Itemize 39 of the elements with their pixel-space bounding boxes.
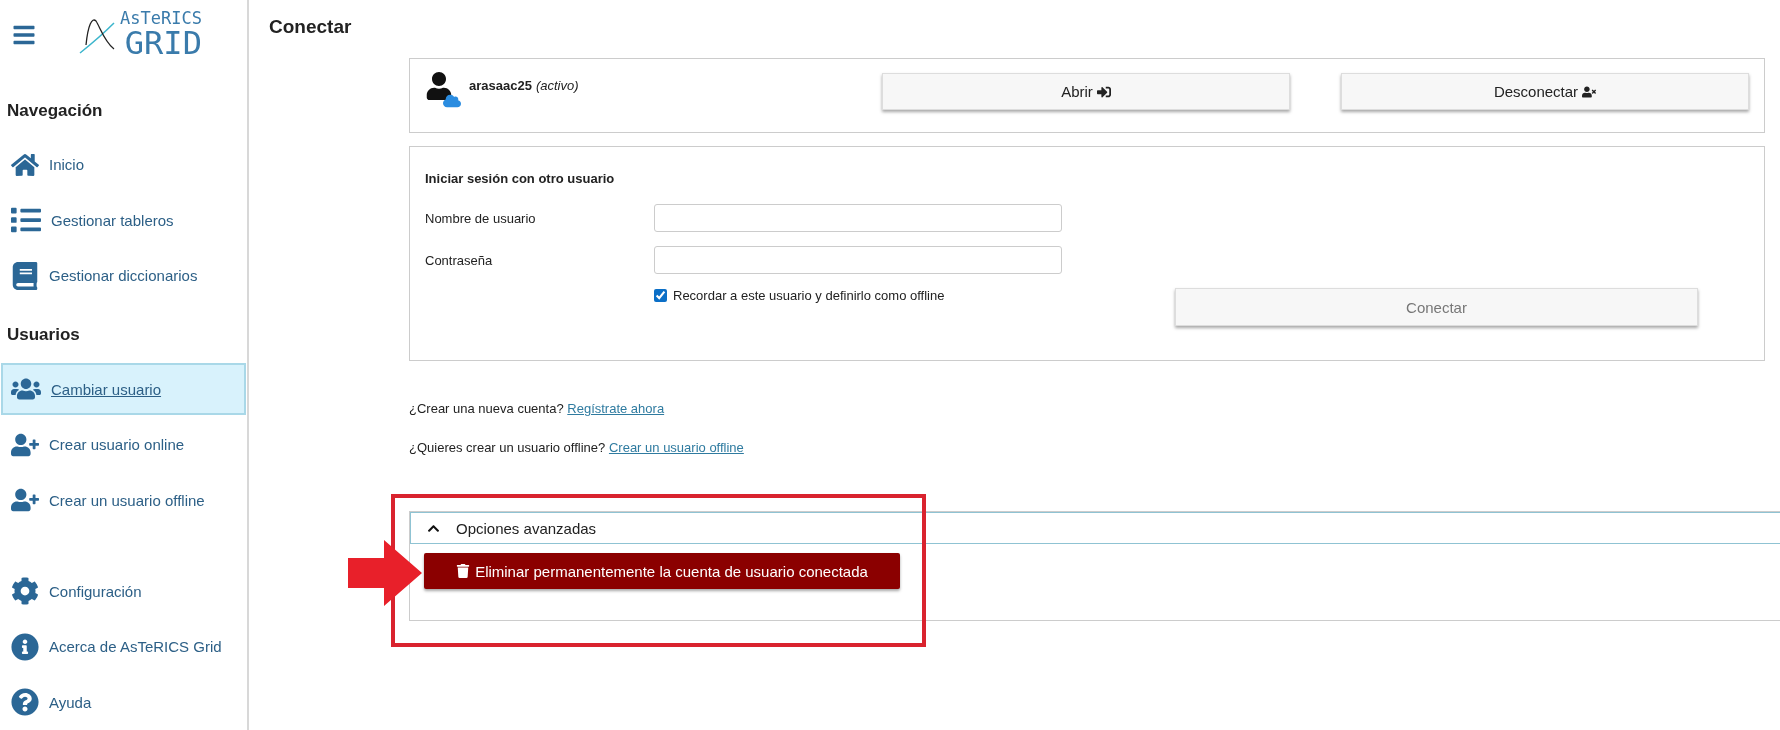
page-title: Conectar — [269, 16, 353, 38]
trash-icon — [456, 564, 471, 578]
link-sentence: ¿Quieres crear un usuario offline? Crear un usuario offline — [409, 440, 745, 455]
logo: AsTeRICS GRID — [78, 10, 202, 59]
sidebar-item[interactable]: Gestionar diccionarios — [1, 249, 246, 302]
sidebar-item[interactable]: Crear un usuario offline — [1, 474, 246, 526]
link[interactable]: Crear un usuario offline — [608, 440, 744, 455]
action-button[interactable]: Abrir — [882, 73, 1290, 110]
link-sentence: ¿Crear una nueva cuenta? Regístrate ahora — [409, 401, 666, 416]
checkbox-label: Recordar a este usuario y definirlo como offline — [673, 288, 945, 303]
delete-account-button[interactable]: Eliminar permanentemente la cuenta de usuario conectada — [424, 553, 900, 589]
sidebar-item[interactable]: Crear usuario online — [1, 418, 246, 471]
sidebar-item[interactable]: Cambiar usuario — [1, 363, 246, 415]
sidebar-item[interactable]: Acerca de AsTeRICS Grid — [1, 621, 246, 673]
help-icon — [11, 688, 39, 717]
login-heading: Iniciar sesión con otro usuario — [425, 171, 616, 186]
action-button[interactable]: Desconectar — [1341, 73, 1749, 110]
user-name: arasaac25 — [469, 78, 532, 93]
user-status: (activo) — [535, 78, 579, 93]
remember-checkbox[interactable]: Recordar a este usuario y definirlo como offline — [654, 288, 1062, 303]
field-label: Contraseña — [425, 252, 494, 268]
checkbox[interactable] — [654, 289, 667, 302]
link[interactable]: Regístrate ahora — [567, 401, 665, 416]
user-x-icon — [1582, 84, 1597, 99]
connect-button[interactable]: Conectar — [1175, 288, 1698, 326]
sidebar-item[interactable]: Ayuda — [1, 676, 246, 728]
sidebar-item[interactable]: Gestionar tableros — [1, 194, 246, 246]
accordion-header[interactable]: Opciones avanzadas — [410, 512, 1780, 544]
input-field[interactable] — [654, 204, 1062, 232]
sign-in-icon — [1096, 84, 1111, 99]
gear-icon — [11, 577, 39, 606]
book-icon — [11, 261, 39, 290]
input-field[interactable] — [654, 246, 1062, 274]
info-icon — [11, 632, 39, 661]
sidebar-item[interactable]: Inicio — [1, 139, 246, 191]
section-heading: Navegación — [6, 100, 104, 122]
section-heading: Usuarios — [6, 324, 81, 347]
sidebar-item[interactable]: Configuración — [1, 565, 246, 617]
field-label: Nombre de usuario — [425, 210, 537, 226]
